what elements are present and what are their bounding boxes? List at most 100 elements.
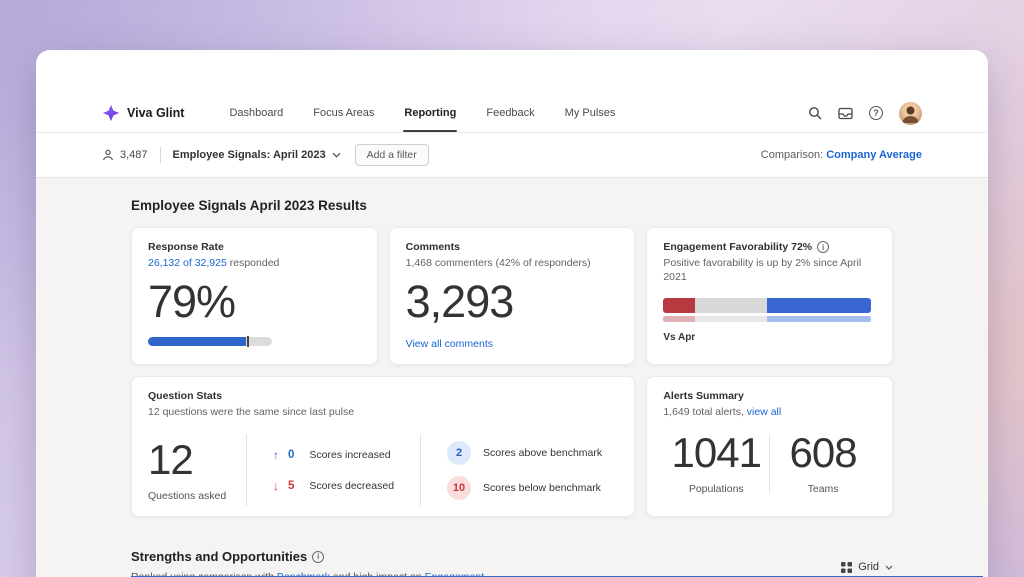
response-rate-value: 79% xyxy=(148,279,361,324)
nav-item-feedback[interactable]: Feedback xyxy=(471,94,549,132)
add-filter-button[interactable]: Add a filter xyxy=(355,144,429,166)
favorability-segment xyxy=(695,316,767,322)
strengths-title: Strengths and Opportunities i xyxy=(131,549,484,564)
arrow-down-icon: ↓ xyxy=(273,479,283,493)
engagement-subtitle: Positive favorability is up by 2% since … xyxy=(663,256,876,284)
view-all-alerts-link[interactable]: view all xyxy=(747,405,781,419)
nav-item-dashboard[interactable]: Dashboard xyxy=(214,94,298,132)
favorability-bar-label: Vs Apr xyxy=(663,332,876,343)
engagement-title-text: Engagement Favorability 72% xyxy=(663,241,812,253)
favorability-segment xyxy=(663,316,695,322)
score-change-stats: ↑ 0 Scores increased ↓ 5 Scores decrease… xyxy=(247,448,420,493)
scores-increased-label: Scores increased xyxy=(309,449,390,461)
nav-item-my-pulses[interactable]: My Pulses xyxy=(550,94,631,132)
favorability-segment xyxy=(767,316,871,322)
strengths-header: Strengths and Opportunities i Ranked usi… xyxy=(131,549,484,577)
info-icon[interactable]: i xyxy=(312,551,324,563)
primary-nav: Dashboard Focus Areas Reporting Feedback… xyxy=(214,94,630,132)
chevron-down-icon xyxy=(885,565,893,570)
scores-above-benchmark-row: 2 Scores above benchmark xyxy=(447,441,602,465)
strengths-title-text: Strengths and Opportunities xyxy=(131,549,307,564)
alerts-subtitle: 1,649 total alerts, view all xyxy=(663,405,876,419)
summary-cards-row-1: Response Rate 26,132 of 32,925 responded… xyxy=(131,227,893,365)
response-rate-title: Response Rate xyxy=(148,241,361,253)
scores-above-label: Scores above benchmark xyxy=(483,447,602,459)
respondent-count-value: 3,487 xyxy=(120,149,148,161)
response-progress-track xyxy=(148,337,272,346)
favorability-segment xyxy=(767,298,871,313)
alerts-subtitle-text: 1,649 total alerts, xyxy=(663,406,746,418)
response-rate-subtitle: 26,132 of 32,925 responded xyxy=(148,256,361,270)
scores-below-label: Scores below benchmark xyxy=(483,482,601,494)
inbox-icon[interactable] xyxy=(838,107,853,120)
alerts-summary-card: Alerts Summary 1,649 total alerts, view … xyxy=(646,376,893,517)
window-top-padding xyxy=(36,50,988,94)
viva-glint-brand[interactable]: Viva Glint xyxy=(102,104,184,122)
scores-above-badge: 2 xyxy=(447,441,471,465)
info-icon[interactable]: i xyxy=(817,241,829,253)
favorability-bars xyxy=(663,298,876,322)
page-title: Employee Signals April 2023 Results xyxy=(131,198,893,213)
favorability-bar-top xyxy=(663,298,871,313)
top-navbar: Viva Glint Dashboard Focus Areas Reporti… xyxy=(36,94,988,133)
comparison-value-link[interactable]: Company Average xyxy=(826,149,922,161)
questions-asked-value: 12 xyxy=(148,439,246,481)
comments-value: 3,293 xyxy=(406,279,619,324)
nav-item-focus-areas[interactable]: Focus Areas xyxy=(298,94,389,132)
signal-filter-label: Employee Signals: April 2023 xyxy=(173,149,326,161)
comments-subtitle: 1,468 commenters (42% of responders) xyxy=(406,256,619,270)
engagement-title: Engagement Favorability 72% i xyxy=(663,241,876,253)
teams-value: 608 xyxy=(770,432,876,474)
search-icon[interactable] xyxy=(808,106,822,120)
alerts-title: Alerts Summary xyxy=(663,390,876,402)
viva-glint-logo-icon xyxy=(102,104,120,122)
scores-below-badge: 10 xyxy=(447,476,471,500)
benchmark-tick xyxy=(247,336,249,347)
teams-label: Teams xyxy=(770,483,876,495)
avatar[interactable] xyxy=(899,102,922,125)
questions-asked-stat: 12 Questions asked xyxy=(148,439,246,502)
comparison-label: Comparison: xyxy=(761,149,823,161)
nav-item-reporting[interactable]: Reporting xyxy=(389,94,471,132)
strengths-section: Strengths and Opportunities i Ranked usi… xyxy=(131,549,893,577)
favorability-segment xyxy=(695,298,767,313)
scores-decreased-row: ↓ 5 Scores decreased xyxy=(273,479,394,493)
arrow-up-icon: ↑ xyxy=(273,448,283,462)
response-progress-fill xyxy=(148,337,246,346)
populations-stat: 1041 Populations xyxy=(663,432,769,495)
navbar-actions: ? xyxy=(808,102,922,125)
responded-count-link[interactable]: 26,132 of 32,925 xyxy=(148,257,227,269)
benchmark-stats: 2 Scores above benchmark 10 Scores below… xyxy=(421,441,602,500)
grid-view-dropdown[interactable]: Grid xyxy=(841,561,893,573)
comments-title: Comments xyxy=(406,241,619,253)
questions-asked-label: Questions asked xyxy=(148,490,246,502)
view-all-comments-link[interactable]: View all comments xyxy=(406,338,493,350)
populations-label: Populations xyxy=(663,483,769,495)
scores-decreased-label: Scores decreased xyxy=(309,480,394,492)
question-stats-body: 12 Questions asked ↑ 0 Scores increased … xyxy=(148,434,618,506)
filter-bar: 3,487 Employee Signals: April 2023 Add a… xyxy=(36,133,988,178)
comparison-setting: Comparison: Company Average xyxy=(761,149,922,161)
populations-value: 1041 xyxy=(663,432,769,474)
favorability-segment xyxy=(663,298,695,313)
main-content: Employee Signals April 2023 Results Resp… xyxy=(36,178,988,577)
response-rate-card: Response Rate 26,132 of 32,925 responded… xyxy=(131,227,378,365)
help-icon[interactable]: ? xyxy=(869,106,883,120)
scores-below-benchmark-row: 10 Scores below benchmark xyxy=(447,476,602,500)
scores-increased-row: ↑ 0 Scores increased xyxy=(273,448,394,462)
scores-decreased-value: 5 xyxy=(288,480,294,492)
question-stats-card: Question Stats 12 questions were the sam… xyxy=(131,376,635,517)
brand-label: Viva Glint xyxy=(127,106,184,120)
respondent-count: 3,487 xyxy=(102,149,148,161)
alerts-body: 1041 Populations 608 Teams xyxy=(663,432,876,495)
grid-icon xyxy=(841,562,852,573)
summary-cards-row-2: Question Stats 12 questions were the sam… xyxy=(131,376,893,517)
question-stats-title: Question Stats xyxy=(148,390,618,402)
filter-divider xyxy=(160,147,161,163)
responded-suffix: responded xyxy=(227,257,280,269)
engagement-favorability-card: Engagement Favorability 72% i Positive f… xyxy=(646,227,893,365)
scores-increased-value: 0 xyxy=(288,449,294,461)
signal-filter-dropdown[interactable]: Employee Signals: April 2023 xyxy=(173,149,341,161)
comments-card: Comments 1,468 commenters (42% of respon… xyxy=(389,227,636,365)
teams-stat: 608 Teams xyxy=(770,432,876,495)
